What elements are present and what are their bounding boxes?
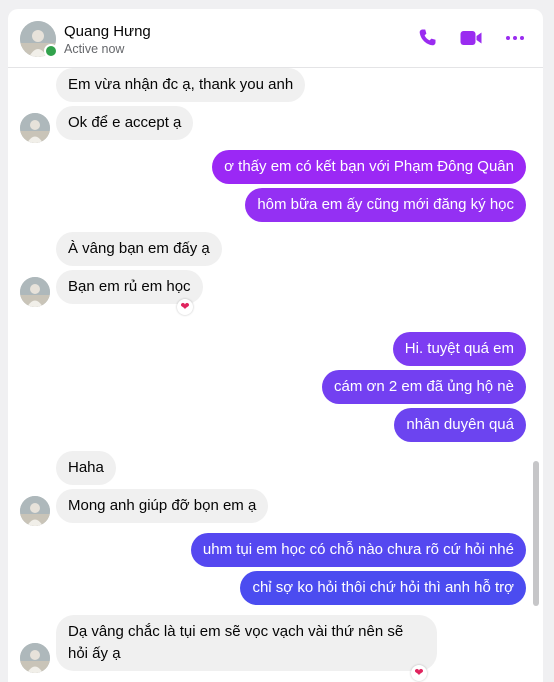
scrollbar[interactable] [533,461,539,606]
chat-header: Quang Hưng Active now [8,9,543,68]
heart-reaction-icon[interactable]: ❤ [177,299,193,315]
more-dots-icon[interactable] [503,26,527,50]
message-incoming[interactable]: Dạ vâng chắc là tụi em sẽ vọc vạch vài t… [56,615,437,671]
message-outgoing[interactable]: uhm tụi em học có chỗ nào chưa rõ cứ hỏi… [190,533,526,567]
contact-name[interactable]: Quang Hưng [64,23,151,40]
video-camera-icon[interactable] [459,26,483,50]
sender-avatar[interactable] [20,496,50,526]
chat-window: Quang Hưng Active now Em vừa nhận đc ạ, … [8,9,543,682]
sender-avatar[interactable] [20,277,50,307]
message-outgoing[interactable]: chỉ sợ ko hỏi thôi chứ hỏi thì anh hỗ tr… [240,571,526,605]
message-incoming[interactable]: À vâng bạn em đấy ạ [56,232,222,266]
message-outgoing[interactable]: nhân duyên quá [394,408,526,442]
heart-reaction-icon[interactable]: ❤ [411,665,427,681]
phone-icon[interactable] [416,26,440,50]
message-incoming[interactable]: Mong anh giúp đỡ bọn em ạ [56,489,269,523]
message-incoming[interactable]: Em vừa nhận đc ạ, thank you anh [56,68,306,102]
sender-avatar[interactable] [20,643,50,673]
message-list[interactable]: Em vừa nhận đc ạ, thank you anh Ok để e … [8,68,543,682]
message-outgoing[interactable]: ơ thấy em có kết bạn với Phạm Đông Quân [212,150,526,184]
message-outgoing[interactable]: hôm bữa em ấy cũng mới đăng ký học [245,188,526,222]
contact-status: Active now [64,42,125,56]
message-outgoing[interactable]: Hi. tuyệt quá em [392,332,526,366]
sender-avatar[interactable] [20,113,50,143]
online-indicator [44,44,58,58]
message-outgoing[interactable]: cám ơn 2 em đã ủng hộ nè [322,370,526,404]
message-incoming[interactable]: Ok để e accept ạ [56,106,194,140]
message-incoming[interactable]: Haha [56,451,116,485]
